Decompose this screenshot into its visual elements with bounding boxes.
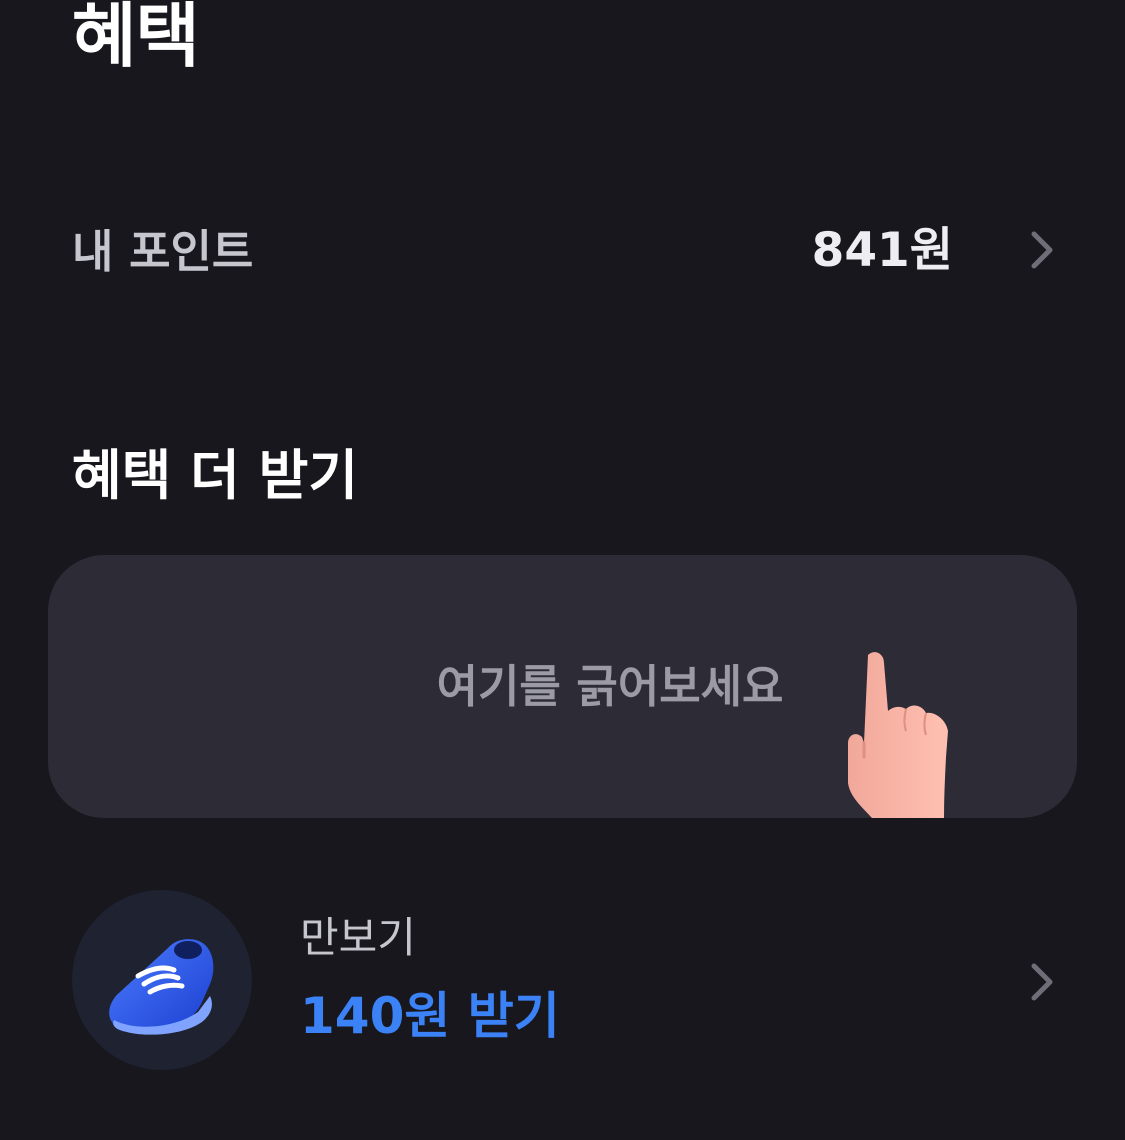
scratch-card[interactable]: 여기를 긁어보세요 — [48, 555, 1077, 818]
page-title: 혜택 — [72, 0, 200, 77]
sneaker-icon — [109, 939, 214, 1035]
my-points-label: 내 포인트 — [72, 225, 254, 278]
chevron-right-icon — [1031, 963, 1053, 1001]
pedometer-reward: 140원 받기 — [300, 987, 560, 1045]
my-points-row[interactable]: 내 포인트 841원 — [0, 200, 1125, 300]
pedometer-title: 만보기 — [300, 913, 416, 962]
pedometer-row[interactable]: 만보기 140원 받기 — [0, 890, 1125, 1072]
my-points-value: 841원 — [811, 223, 953, 278]
pointing-hand-icon — [848, 652, 948, 818]
pedometer-avatar — [72, 890, 252, 1070]
chevron-right-icon — [1031, 231, 1053, 269]
section-title: 혜택 더 받기 — [72, 444, 358, 507]
